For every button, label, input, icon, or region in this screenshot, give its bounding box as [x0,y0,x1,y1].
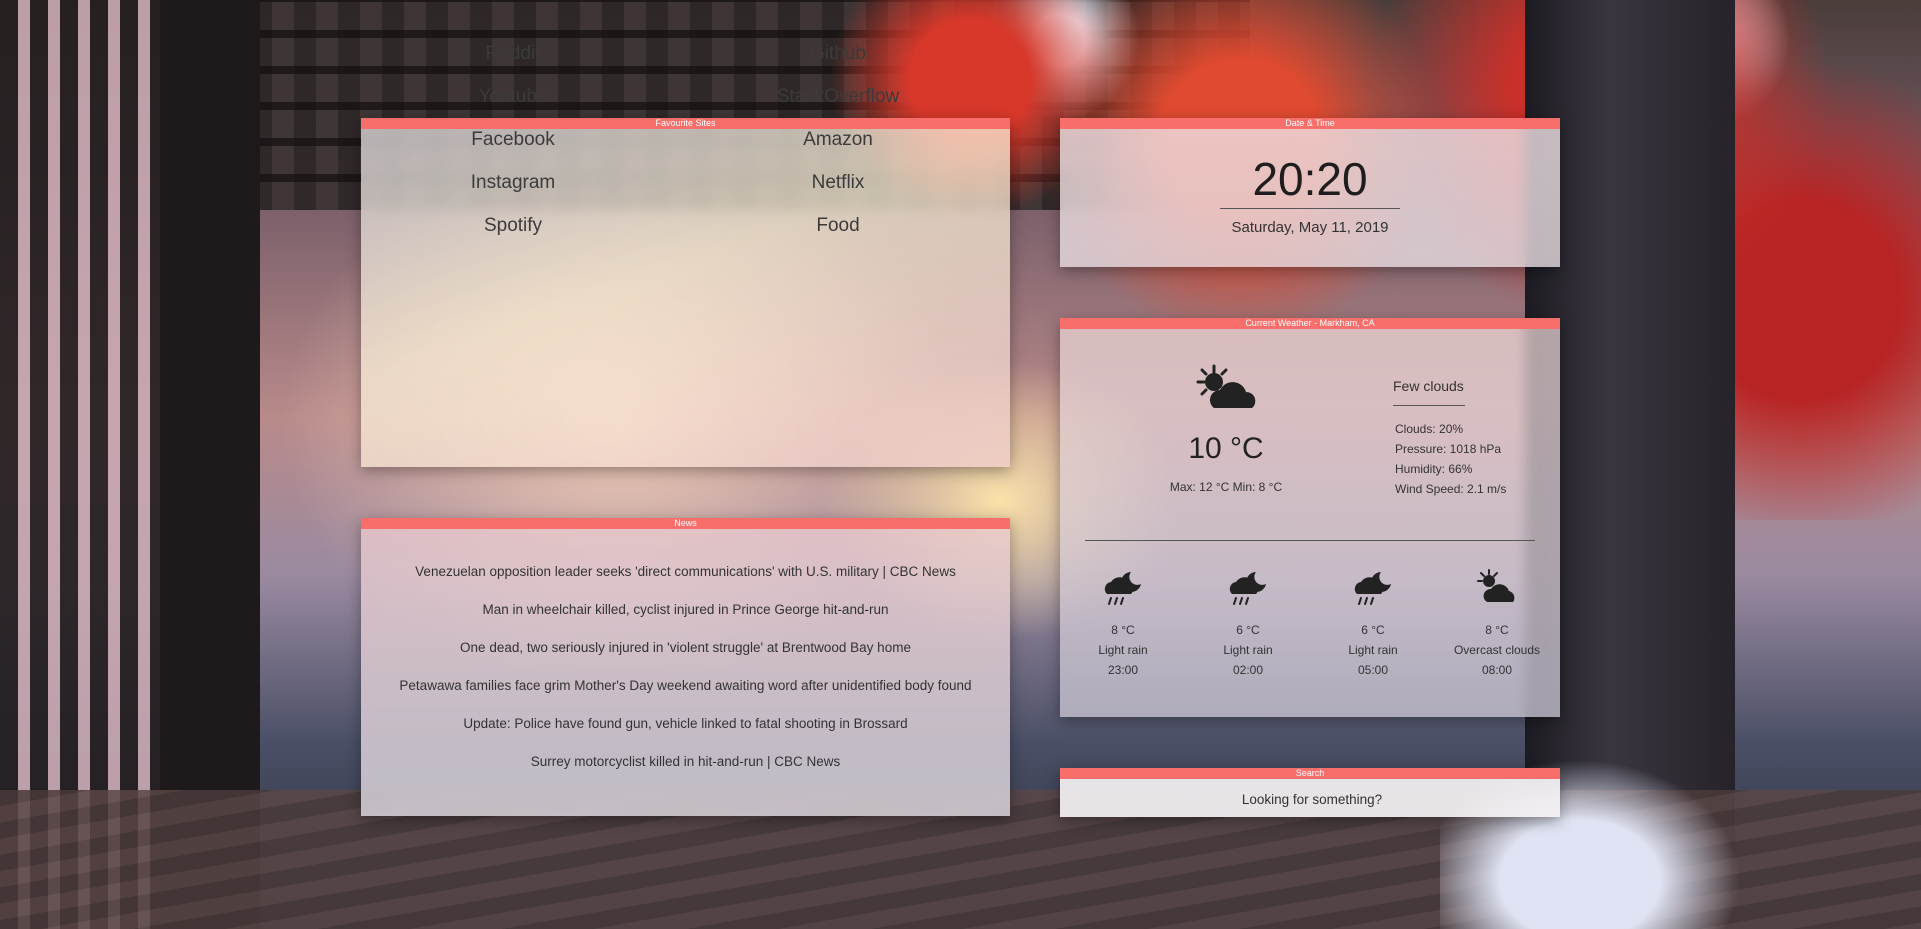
forecast-time: 08:00 [1481,663,1513,677]
weather-divider [1085,540,1535,541]
forecast-description: Light rain [1098,643,1148,657]
clock-time: 20:20 [1252,153,1368,205]
weather-temperature: 10 °C [1188,432,1264,465]
favourite-sites-left-column: Reddit Youtube Facebook Instagram Spotif… [413,43,613,258]
forecast-temp: 6 °C [1236,623,1260,637]
partly-cloudy-day-icon [1477,569,1515,602]
news-item[interactable]: Venezuelan opposition leader seeks 'dire… [361,564,1010,602]
search-header: Search [1060,768,1560,779]
fav-link-github[interactable]: Github [738,43,938,86]
fav-link-reddit[interactable]: Reddit [413,43,613,86]
rain-night-icon [1104,572,1141,605]
favourite-sites-right-column: Github StackOverflow Amazon Netflix Food [738,43,938,258]
forecast-description: Light rain [1223,643,1273,657]
forecast-item: 8 °C Overcast clouds 08:00 [1434,568,1560,680]
forecast-time: 23:00 [1107,663,1139,677]
forecast-time: 05:00 [1357,663,1389,677]
weather-humidity: Humidity: 66% [1395,462,1473,476]
fav-link-amazon[interactable]: Amazon [738,129,938,172]
forecast-temp: 8 °C [1485,623,1509,637]
forecast-description: Overcast clouds [1453,643,1541,657]
news-item[interactable]: Man in wheelchair killed, cyclist injure… [361,602,1010,640]
fav-link-stackoverflow[interactable]: StackOverflow [738,86,938,129]
weather-description: Few clouds [1393,378,1464,394]
date-time-panel: Date & Time 20:20 Saturday, May 11, 2019 [1060,118,1560,267]
news-item[interactable]: Update: Police have found gun, vehicle l… [361,716,1010,754]
news-item[interactable]: Petawawa families face grim Mother's Day… [361,678,1010,716]
weather-min-max: Max: 12 °C Min: 8 °C [1169,480,1283,494]
weather-panel: Current Weather - Markham, CA 10 °C Max:… [1060,318,1560,717]
fav-link-youtube[interactable]: Youtube [413,86,613,129]
news-header: News [361,518,1010,529]
search-panel: Search [1060,768,1564,819]
weather-pressure: Pressure: 1018 hPa [1395,442,1502,456]
fav-link-spotify[interactable]: Spotify [413,215,613,258]
forecast-description: Light rain [1348,643,1398,657]
weather-description-divider [1393,405,1465,406]
fav-link-netflix[interactable]: Netflix [738,172,938,215]
news-item[interactable]: One dead, two seriously injured in 'viol… [361,640,1010,678]
partly-cloudy-day-icon [1196,364,1256,408]
weather-header: Current Weather - Markham, CA [1060,318,1560,329]
news-list: Venezuelan opposition leader seeks 'dire… [361,564,1010,792]
forecast-item: 8 °C Light rain 23:00 [1060,568,1186,680]
search-input[interactable] [1060,779,1564,819]
date-time-header: Date & Time [1060,118,1560,129]
news-item[interactable]: Surrey motorcyclist killed in hit-and-ru… [361,754,1010,792]
forecast-item: 6 °C Light rain 05:00 [1310,568,1436,680]
forecast-temp: 6 °C [1361,623,1385,637]
fav-link-instagram[interactable]: Instagram [413,172,613,215]
background-shoji-screen [0,0,250,929]
forecast-item: 6 °C Light rain 02:00 [1185,568,1311,680]
weather-clouds: Clouds: 20% [1395,422,1464,436]
background-post [160,0,260,929]
weather-wind-speed: Wind Speed: 2.1 m/s [1395,482,1507,496]
forecast-temp: 8 °C [1111,623,1135,637]
rain-night-icon [1354,572,1391,605]
news-panel: News Venezuelan opposition leader seeks … [361,518,1010,816]
clock-divider [1220,208,1400,209]
fav-link-facebook[interactable]: Facebook [413,129,613,172]
forecast-time: 02:00 [1232,663,1264,677]
fav-link-food[interactable]: Food [738,215,938,258]
current-date: Saturday, May 11, 2019 [1231,219,1389,236]
rain-night-icon [1229,572,1266,605]
